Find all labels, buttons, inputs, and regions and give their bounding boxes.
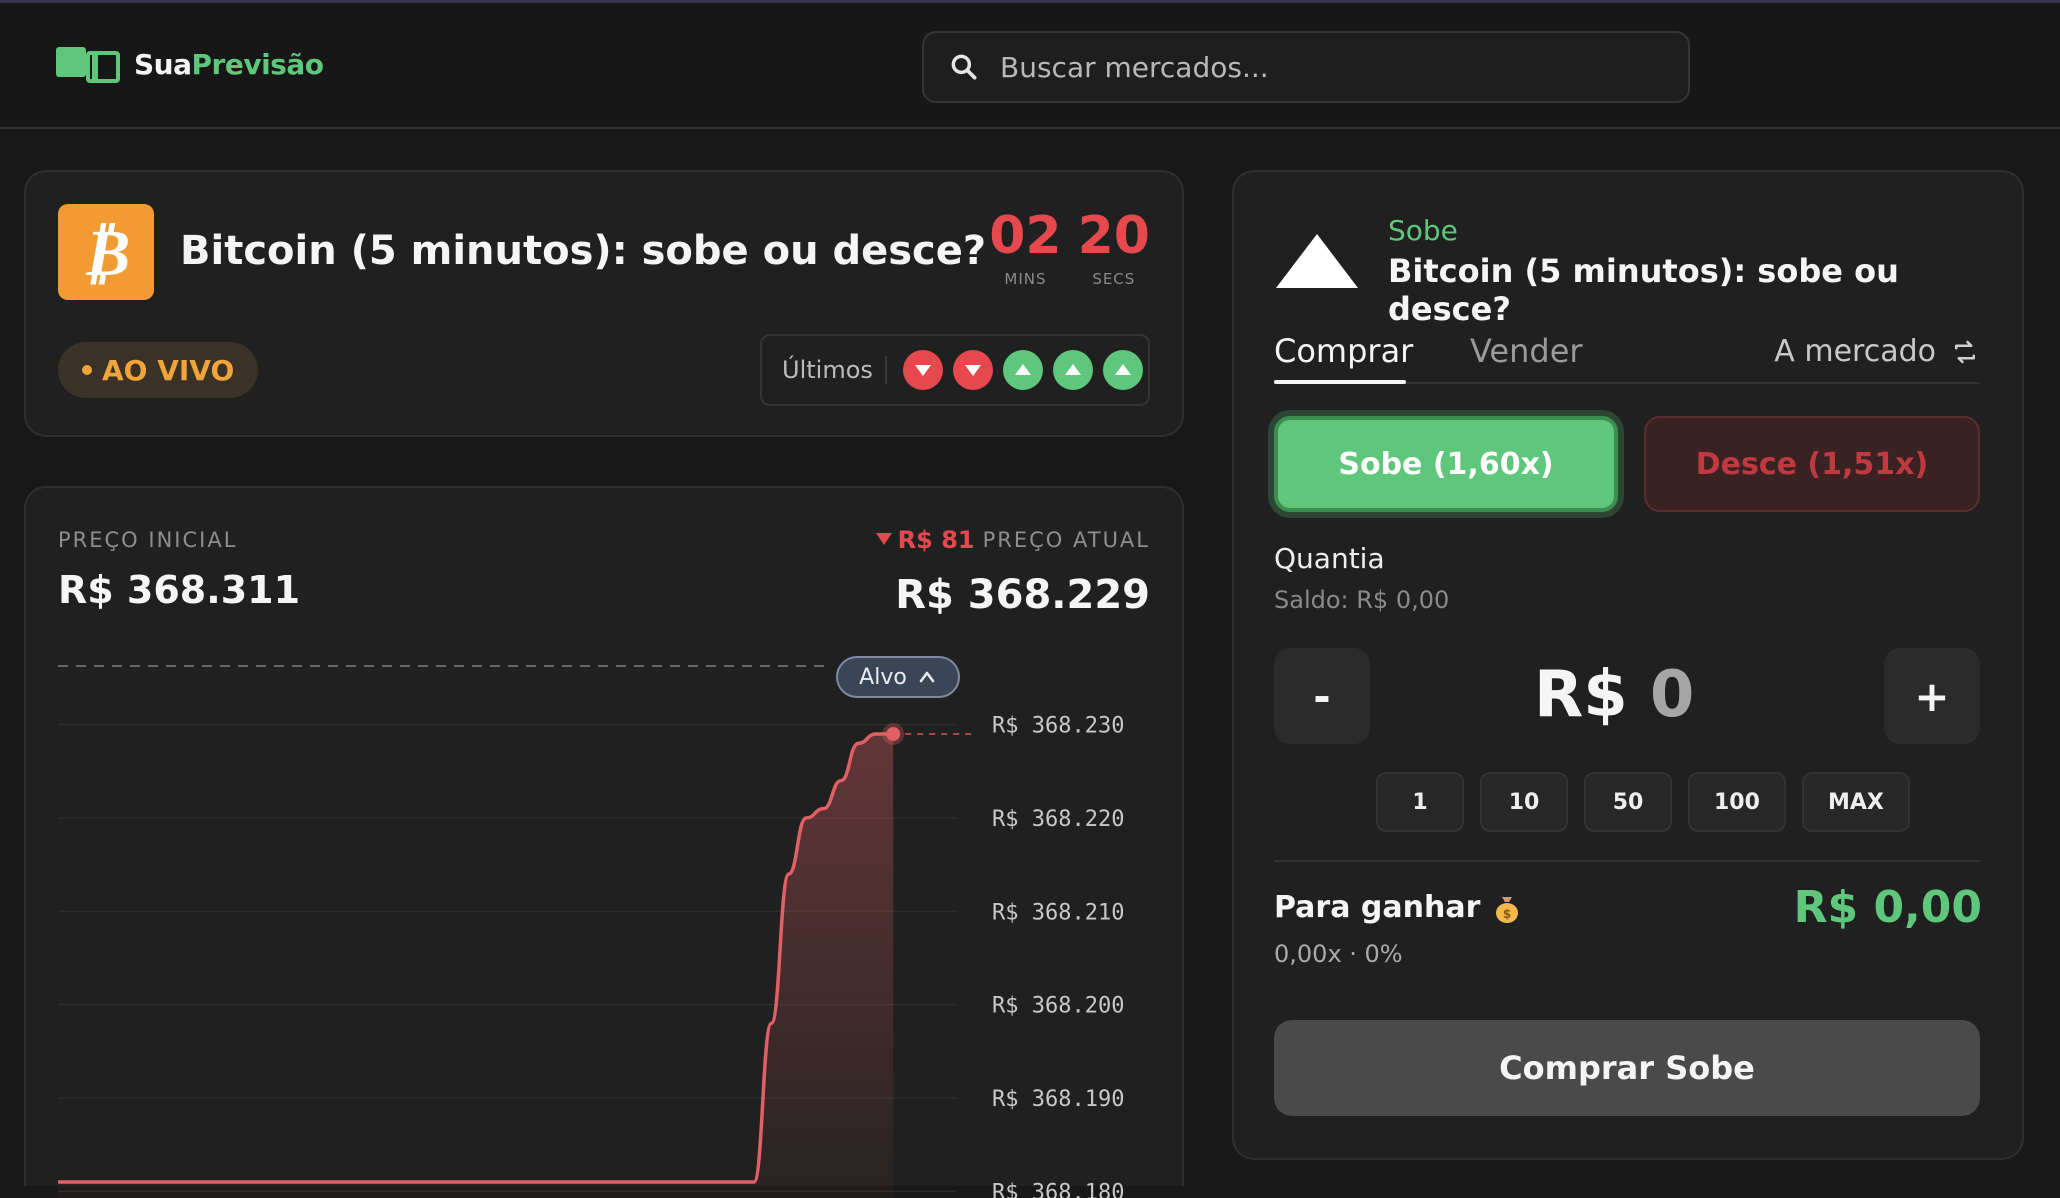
recent-result-down-0	[902, 350, 943, 390]
live-badge: AO VIVO	[58, 342, 259, 398]
recent-result-up-4	[1102, 350, 1143, 390]
timer-seconds: 20 SECS	[1077, 206, 1150, 288]
current-price-label: PREÇO ATUAL	[982, 528, 1150, 552]
current-price-header: R$ 81 PREÇO ATUAL	[875, 526, 1150, 554]
money-bag-icon: $	[1496, 896, 1519, 923]
current-price-value: R$ 368.229	[895, 572, 1150, 618]
recent-result-down-1	[952, 350, 993, 390]
search-input[interactable]	[1000, 50, 1640, 84]
triangle-up-icon	[1276, 234, 1358, 288]
quick-amount-1[interactable]: 1	[1376, 772, 1464, 832]
to-win-multiplier: 0,00x · 0%	[1274, 940, 1403, 968]
search-icon	[951, 54, 977, 80]
recent-results-label: Últimos	[782, 356, 887, 384]
logo-icon	[56, 43, 126, 85]
down-option-button[interactable]: Desce (1,51x)	[1644, 416, 1980, 512]
header: SuaPrevisão	[0, 3, 2060, 129]
tab-buy[interactable]: Comprar	[1274, 332, 1413, 370]
timer-minutes: 02 MINS	[989, 206, 1062, 288]
price-delta: R$ 81	[875, 526, 975, 554]
search-bar[interactable]	[922, 31, 1690, 103]
order-type-toggle[interactable]: A mercado	[1774, 334, 1980, 369]
to-win-label: Para ganhar $	[1274, 890, 1524, 925]
live-dot-icon	[82, 365, 92, 375]
y-tick-label: R$ 368.230	[992, 714, 1124, 739]
chevron-up-icon	[919, 671, 935, 683]
target-marker[interactable]: Alvo	[836, 656, 960, 698]
to-win-value: R$ 0,00	[1793, 882, 1982, 933]
tab-sell[interactable]: Vender	[1470, 332, 1583, 370]
up-option-button[interactable]: Sobe (1,60x)	[1274, 416, 1618, 512]
market-header-card: ₿ Bitcoin (5 minutos): sobe ou desce? 02…	[24, 170, 1184, 437]
recent-results-list	[902, 350, 1143, 390]
decrease-amount-button[interactable]: -	[1274, 648, 1370, 744]
trade-market-title: Bitcoin (5 minutos): sobe ou desce?	[1388, 252, 1899, 328]
current-point	[886, 727, 901, 741]
quick-amount-10[interactable]: 10	[1480, 772, 1568, 832]
y-tick-label: R$ 368.220	[992, 807, 1124, 832]
countdown-timer: 02 MINS 20 SECS	[989, 210, 1150, 288]
svg-text:$: $	[1503, 907, 1511, 921]
logo[interactable]: SuaPrevisão	[56, 43, 324, 85]
repeat-icon	[1955, 340, 1975, 363]
quick-amount-50[interactable]: 50	[1584, 772, 1672, 832]
y-tick-label: R$ 368.200	[992, 994, 1124, 1019]
market-title: Bitcoin (5 minutos): sobe ou desce?	[180, 228, 987, 274]
recent-result-up-2	[1002, 350, 1043, 390]
amount-display[interactable]: R$ 0	[1534, 658, 1694, 732]
price-chart[interactable]: R$ 368.230 R$ 368.220 R$ 368.210 R$ 368.200…	[26, 638, 1182, 1198]
y-tick-label: R$ 368.210	[992, 900, 1124, 925]
quantity-label: Quantia	[1274, 542, 1385, 575]
quick-amount-max[interactable]: MAX	[1801, 772, 1910, 832]
trade-panel: Sobe Bitcoin (5 minutos): sobe ou desce?…	[1232, 170, 2024, 1160]
recent-result-up-3	[1052, 350, 1093, 390]
quick-amounts: 1 10 50 100 MAX	[1376, 772, 1910, 832]
selected-side: Sobe	[1388, 214, 1458, 247]
logo-text: SuaPrevisão	[134, 47, 324, 81]
divider	[1274, 860, 1980, 862]
price-area	[58, 734, 894, 1198]
y-tick-label: R$ 368.180	[992, 1180, 1124, 1198]
bitcoin-icon: ₿	[58, 204, 154, 300]
balance-text: Saldo: R$ 0,00	[1274, 586, 1450, 614]
trade-tabs: Comprar Vender A mercado	[1274, 322, 1980, 384]
price-chart-card: PREÇO INICIAL R$ 368.311 R$ 81 PREÇO ATU…	[24, 486, 1184, 1198]
amount-value: 0	[1649, 658, 1695, 732]
recent-results: Últimos	[760, 334, 1150, 406]
start-price-label: PREÇO INICIAL	[58, 528, 238, 552]
increase-amount-button[interactable]: +	[1884, 648, 1980, 744]
triangle-down-icon	[875, 533, 892, 545]
quick-amount-100[interactable]: 100	[1688, 772, 1786, 832]
start-price-value: R$ 368.311	[58, 568, 301, 612]
y-tick-label: R$ 368.190	[992, 1087, 1124, 1112]
buy-up-button[interactable]: Comprar Sobe	[1274, 1020, 1980, 1116]
active-tab-indicator	[1274, 380, 1406, 384]
